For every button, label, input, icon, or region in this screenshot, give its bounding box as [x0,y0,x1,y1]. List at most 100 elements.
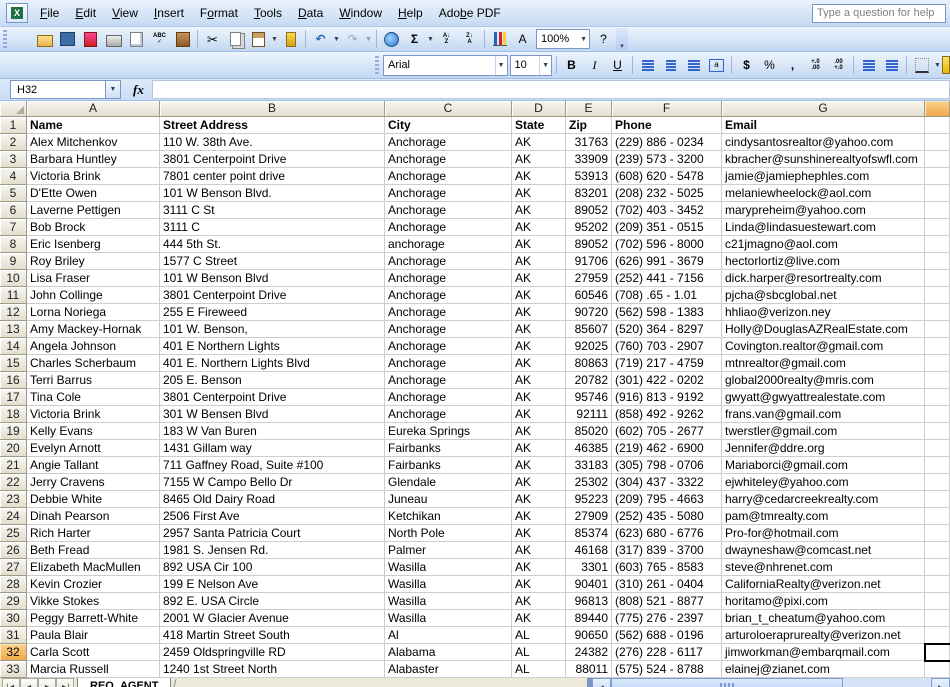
cell[interactable]: (276) 228 - 6117 [612,644,722,661]
new-document-icon[interactable] [11,29,32,50]
spelling-icon[interactable]: ABC ✓ [149,29,170,50]
cell[interactable]: ejwhiteley@yahoo.com [722,474,925,491]
cell[interactable]: (252) 441 - 7156 [612,270,722,287]
cell[interactable]: 2506 First Ave [160,508,385,525]
cell[interactable]: marypreheim@yahoo.com [722,202,925,219]
decrease-decimal-button[interactable]: .00 +.0 [828,55,849,76]
row-header-9[interactable]: 9 [0,253,27,270]
cell[interactable]: AK [512,202,566,219]
cell[interactable]: 3111 C [160,219,385,236]
drawing-icon[interactable]: A [512,29,533,50]
cell[interactable] [925,270,950,287]
cell[interactable]: (708) .65 - 1.01 [612,287,722,304]
cell[interactable]: Linda@lindasuestewart.com [722,219,925,236]
row-header-14[interactable]: 14 [0,338,27,355]
cell[interactable]: 3111 C St [160,202,385,219]
cell[interactable]: 110 W. 38th Ave. [160,134,385,151]
last-sheet-button[interactable]: ►| [56,678,74,687]
row-header-26[interactable]: 26 [0,542,27,559]
row-header-5[interactable]: 5 [0,185,27,202]
cell[interactable]: (229) 886 - 0234 [612,134,722,151]
cell[interactable]: AK [512,355,566,372]
cell[interactable]: AK [512,304,566,321]
row-header-4[interactable]: 4 [0,168,27,185]
cell[interactable]: jimworkman@embarqmail.com [722,644,925,661]
cell[interactable]: Anchorage [385,406,512,423]
menu-window[interactable]: Window [331,3,390,23]
cell[interactable]: AK [512,593,566,610]
cell[interactable]: Juneau [385,491,512,508]
cell[interactable]: cindysantosrealtor@yahoo.com [722,134,925,151]
cell[interactable] [925,168,950,185]
cell[interactable]: (760) 703 - 2907 [612,338,722,355]
cell[interactable]: 3801 Centerpoint Drive [160,151,385,168]
cell[interactable]: Anchorage [385,185,512,202]
cell[interactable]: (208) 232 - 5025 [612,185,722,202]
cell[interactable]: 401 E. Northern Lights Blvd [160,355,385,372]
cell[interactable]: 205 E. Benson [160,372,385,389]
cell[interactable]: Anchorage [385,270,512,287]
cell[interactable]: Anchorage [385,219,512,236]
cell[interactable]: John Collinge [27,287,160,304]
cell[interactable]: 90720 [566,304,612,321]
menu-adobe-pdf[interactable]: Adobe PDF [431,3,509,23]
row-header-22[interactable]: 22 [0,474,27,491]
menu-format[interactable]: Format [192,3,246,23]
cell[interactable]: Email [722,117,925,134]
column-header-b[interactable]: B [160,101,385,117]
cell[interactable]: elainej@zianet.com [722,661,925,678]
row-header-30[interactable]: 30 [0,610,27,627]
cell[interactable] [925,372,950,389]
cell[interactable] [925,202,950,219]
cell[interactable] [925,338,950,355]
cell[interactable]: Fairbanks [385,440,512,457]
cell[interactable]: 7801 center point drive [160,168,385,185]
cell[interactable]: Eric Isenberg [27,236,160,253]
cell[interactable]: 20782 [566,372,612,389]
cell[interactable]: AL [512,627,566,644]
cell[interactable]: frans.van@gmail.com [722,406,925,423]
cell[interactable]: 46168 [566,542,612,559]
row-header-8[interactable]: 8 [0,236,27,253]
sort-descending-icon[interactable]: Z↓ A [459,29,480,50]
cell[interactable]: Anchorage [385,338,512,355]
cell[interactable]: Mariaborci@gmail.com [722,457,925,474]
cell[interactable]: AK [512,389,566,406]
cell[interactable] [925,321,950,338]
cell[interactable]: (603) 765 - 8583 [612,559,722,576]
cell[interactable]: Ketchikan [385,508,512,525]
percent-button[interactable]: % [759,55,780,76]
cell[interactable] [925,389,950,406]
name-box-dropdown[interactable]: ▼ [106,80,121,99]
help-icon[interactable]: ? [593,29,614,50]
cell[interactable] [925,185,950,202]
cell[interactable]: Terri Barrus [27,372,160,389]
cell[interactable]: (602) 705 - 2677 [612,423,722,440]
cell[interactable]: 3801 Centerpoint Drive [160,389,385,406]
cell[interactable]: 3301 [566,559,612,576]
cell[interactable]: 2459 Oldspringville RD [160,644,385,661]
sort-ascending-icon[interactable]: A↓ Z [436,29,457,50]
cell[interactable]: hectorlortiz@live.com [722,253,925,270]
row-header-25[interactable]: 25 [0,525,27,542]
cell[interactable]: 444 5th St. [160,236,385,253]
cell[interactable]: Wasilla [385,559,512,576]
cell[interactable]: AK [512,525,566,542]
cell[interactable]: Anchorage [385,202,512,219]
row-header-6[interactable]: 6 [0,202,27,219]
cell[interactable]: City [385,117,512,134]
cell[interactable]: AK [512,457,566,474]
cell[interactable]: Alex Mitchenkov [27,134,160,151]
cell[interactable] [925,474,950,491]
cell[interactable]: 80863 [566,355,612,372]
cell[interactable] [925,253,950,270]
insert-function-icon[interactable]: fx [133,82,144,98]
select-all-corner[interactable] [0,101,27,117]
comma-button[interactable]: , [782,55,803,76]
cell[interactable]: Anchorage [385,355,512,372]
cell[interactable]: global2000realty@mris.com [722,372,925,389]
cell[interactable]: 27909 [566,508,612,525]
cell[interactable]: Victoria Brink [27,168,160,185]
row-header-31[interactable]: 31 [0,627,27,644]
cell[interactable]: 301 W Bensen Blvd [160,406,385,423]
